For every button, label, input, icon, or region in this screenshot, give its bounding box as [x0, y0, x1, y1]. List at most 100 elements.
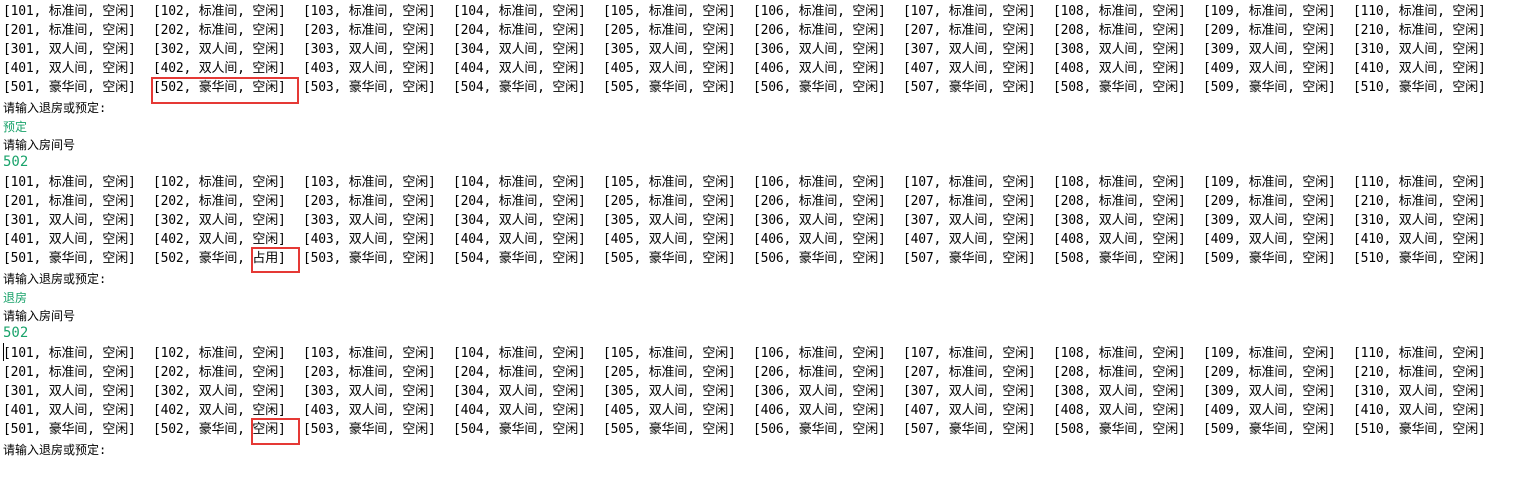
room-cell: [203, 标准间, 空闲]	[303, 194, 436, 209]
room-cell: [205, 标准间, 空闲]	[603, 194, 736, 209]
room-cell: [209, 标准间, 空闲]	[1203, 194, 1336, 209]
room-cell: [505, 豪华间, 空闲]	[603, 80, 736, 95]
room-cell: [303, 双人间, 空闲]	[303, 384, 436, 399]
room-cell: [107, 标准间, 空闲]	[903, 4, 1036, 19]
room-cell: [401, 双人间, 空闲]	[3, 403, 136, 418]
room-cell: [507, 豪华间, 空闲]	[903, 80, 1036, 95]
room-cell: [403, 双人间, 空闲]	[303, 403, 436, 418]
input-echo-action: 预定	[3, 120, 28, 134]
room-cell: [505, 豪华间, 空闲]	[603, 251, 736, 266]
room-cell: [102, 标准间, 空闲]	[153, 346, 286, 361]
room-cell: [401, 双人间, 空闲]	[3, 61, 136, 76]
room-cell: [509, 豪华间, 空闲]	[1203, 80, 1336, 95]
room-cell: [506, 豪华间, 空闲]	[753, 80, 886, 95]
room-cell: [507, 豪华间, 空闲]	[903, 422, 1036, 437]
room-cell: [510, 豪华间, 空闲]	[1353, 80, 1486, 95]
room-cell: [404, 双人间, 空闲]	[453, 403, 586, 418]
room-cell: [405, 双人间, 空闲]	[603, 232, 736, 247]
room-cell: [106, 标准间, 空闲]	[753, 4, 886, 19]
room-cell: [503, 豪华间, 空闲]	[303, 422, 436, 437]
input-echo-room: 502	[3, 154, 29, 170]
room-cell: [501, 豪华间, 空闲]	[3, 251, 136, 266]
prompt-room-number: 请输入房间号	[3, 138, 76, 152]
room-cell: [109, 标准间, 空闲]	[1203, 4, 1336, 19]
room-cell: [103, 标准间, 空闲]	[303, 346, 436, 361]
room-cell: [409, 双人间, 空闲]	[1203, 61, 1336, 76]
room-cell: [409, 双人间, 空闲]	[1203, 232, 1336, 247]
room-cell: [404, 双人间, 空闲]	[453, 61, 586, 76]
room-cell: [106, 标准间, 空闲]	[753, 175, 886, 190]
room-cell: [304, 双人间, 空闲]	[453, 213, 586, 228]
room-cell: [206, 标准间, 空闲]	[753, 194, 886, 209]
room-cell: [501, 豪华间, 空闲]	[3, 422, 136, 437]
room-cell: [104, 标准间, 空闲]	[453, 346, 586, 361]
room-cell: [408, 双人间, 空闲]	[1053, 61, 1186, 76]
room-cell: [405, 双人间, 空闲]	[603, 403, 736, 418]
room-cell: [410, 双人间, 空闲]	[1353, 61, 1486, 76]
room-cell: [301, 双人间, 空闲]	[3, 42, 136, 57]
room-cell: [204, 标准间, 空闲]	[453, 365, 586, 380]
room-cell: [103, 标准间, 空闲]	[303, 175, 436, 190]
room-cell: [108, 标准间, 空闲]	[1053, 346, 1186, 361]
room-cell: [502, 豪华间, 空闲]	[153, 422, 286, 437]
room-cell: [204, 标准间, 空闲]	[453, 194, 586, 209]
room-cell: [504, 豪华间, 空闲]	[453, 80, 586, 95]
room-cell: [109, 标准间, 空闲]	[1203, 346, 1336, 361]
room-cell: [508, 豪华间, 空闲]	[1053, 251, 1186, 266]
room-cell: [108, 标准间, 空闲]	[1053, 175, 1186, 190]
room-cell: [305, 双人间, 空闲]	[603, 213, 736, 228]
room-cell: [403, 双人间, 空闲]	[303, 232, 436, 247]
room-cell: [302, 双人间, 空闲]	[153, 213, 286, 228]
room-cell: [409, 双人间, 空闲]	[1203, 403, 1336, 418]
room-cell: [402, 双人间, 空闲]	[153, 403, 286, 418]
room-cell: [202, 标准间, 空闲]	[153, 365, 286, 380]
room-cell: [103, 标准间, 空闲]	[303, 4, 436, 19]
room-cell: [105, 标准间, 空闲]	[603, 175, 736, 190]
room-cell: [206, 标准间, 空闲]	[753, 365, 886, 380]
room-cell: [508, 豪华间, 空闲]	[1053, 80, 1186, 95]
room-cell: [308, 双人间, 空闲]	[1053, 384, 1186, 399]
room-cell: [508, 豪华间, 空闲]	[1053, 422, 1186, 437]
room-cell: [207, 标准间, 空闲]	[903, 23, 1036, 38]
room-cell: [407, 双人间, 空闲]	[903, 403, 1036, 418]
room-cell: [105, 标准间, 空闲]	[603, 4, 736, 19]
room-cell: [102, 标准间, 空闲]	[153, 175, 286, 190]
room-cell: [304, 双人间, 空闲]	[453, 384, 586, 399]
room-cell: [107, 标准间, 空闲]	[903, 346, 1036, 361]
room-cell: [209, 标准间, 空闲]	[1203, 23, 1336, 38]
room-cell: [104, 标准间, 空闲]	[453, 175, 586, 190]
room-cell: [503, 豪华间, 空闲]	[303, 80, 436, 95]
room-cell: [309, 双人间, 空闲]	[1203, 213, 1336, 228]
room-cell: [501, 豪华间, 空闲]	[3, 80, 136, 95]
room-cell: [408, 双人间, 空闲]	[1053, 403, 1186, 418]
room-cell: [205, 标准间, 空闲]	[603, 23, 736, 38]
room-cell: [303, 双人间, 空闲]	[303, 213, 436, 228]
room-cell: [210, 标准间, 空闲]	[1353, 365, 1486, 380]
room-cell: [210, 标准间, 空闲]	[1353, 23, 1486, 38]
room-cell: [505, 豪华间, 空闲]	[603, 422, 736, 437]
room-cell: [201, 标准间, 空闲]	[3, 23, 136, 38]
room-cell: [202, 标准间, 空闲]	[153, 23, 286, 38]
room-cell: [110, 标准间, 空闲]	[1353, 4, 1486, 19]
room-cell: [310, 双人间, 空闲]	[1353, 384, 1486, 399]
room-cell: [208, 标准间, 空闲]	[1053, 23, 1186, 38]
prompt-action: 请输入退房或预定:	[3, 272, 107, 286]
room-cell: [401, 双人间, 空闲]	[3, 232, 136, 247]
room-cell: [309, 双人间, 空闲]	[1203, 42, 1336, 57]
room-cell: [206, 标准间, 空闲]	[753, 23, 886, 38]
room-cell: [307, 双人间, 空闲]	[903, 384, 1036, 399]
input-echo-room: 502	[3, 325, 29, 341]
room-cell: [308, 双人间, 空闲]	[1053, 42, 1186, 57]
room-cell: [404, 双人间, 空闲]	[453, 232, 586, 247]
room-cell: [406, 双人间, 空闲]	[753, 61, 886, 76]
room-cell: [105, 标准间, 空闲]	[603, 346, 736, 361]
room-cell: [304, 双人间, 空闲]	[453, 42, 586, 57]
room-cell: [408, 双人间, 空闲]	[1053, 232, 1186, 247]
room-cell: [306, 双人间, 空闲]	[753, 42, 886, 57]
room-cell: [110, 标准间, 空闲]	[1353, 346, 1486, 361]
room-cell: [509, 豪华间, 空闲]	[1203, 251, 1336, 266]
room-cell: [303, 双人间, 空闲]	[303, 42, 436, 57]
room-cell: [107, 标准间, 空闲]	[903, 175, 1036, 190]
room-cell: [407, 双人间, 空闲]	[903, 232, 1036, 247]
room-cell: [504, 豪华间, 空闲]	[453, 422, 586, 437]
